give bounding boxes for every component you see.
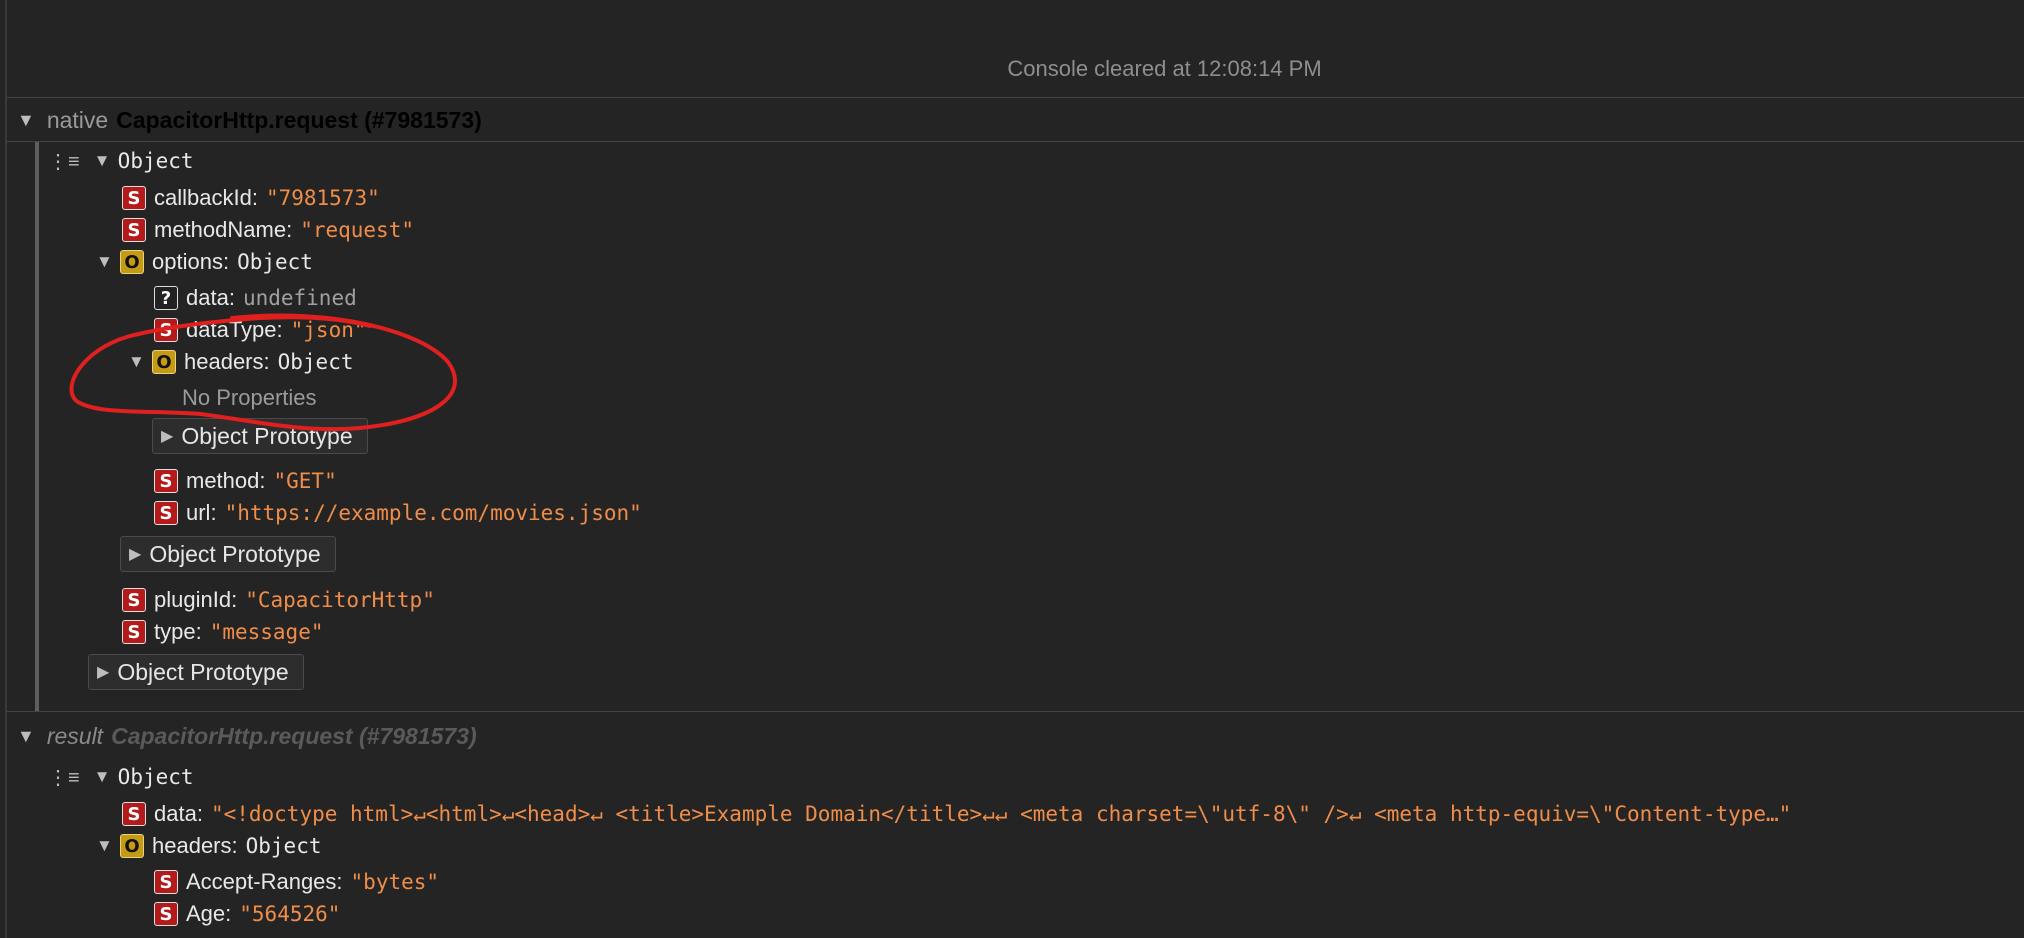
object-label: Object <box>117 765 194 789</box>
string-badge-icon: S <box>122 588 146 612</box>
string-badge-icon: S <box>122 186 146 210</box>
property-methodName[interactable]: S methodName: "request" <box>122 215 414 245</box>
property-options[interactable]: ▼ O options: Object <box>96 247 313 277</box>
disclosure-triangle-icon[interactable]: ▼ <box>17 726 35 747</box>
string-badge-icon: S <box>154 902 178 926</box>
property-method[interactable]: S method: "GET" <box>154 466 337 496</box>
string-badge-icon: S <box>122 802 146 826</box>
object-prototype-toggle[interactable]: ▶ Object Prototype <box>88 654 304 690</box>
string-badge-icon: S <box>154 870 178 894</box>
disclosure-triangle-icon[interactable]: ▼ <box>17 110 35 131</box>
string-badge-icon: S <box>122 218 146 242</box>
no-properties-label: No Properties <box>182 385 317 410</box>
object-root-row[interactable]: ⋮≡ ▼ Object <box>48 762 194 792</box>
disclosure-triangle-icon: ▶ <box>97 664 110 681</box>
property-callbackId[interactable]: S callbackId: "7981573" <box>122 183 380 213</box>
disclosure-triangle-icon[interactable]: ▼ <box>94 767 118 787</box>
object-badge-icon: O <box>152 350 176 374</box>
result-message-header[interactable]: ▼ result CapacitorHttp.request (#7981573… <box>7 716 2024 756</box>
object-badge-icon: O <box>120 834 144 858</box>
property-age[interactable]: S Age: "564526" <box>154 899 340 929</box>
property-headers[interactable]: ▼ O headers: Object <box>128 347 353 377</box>
string-badge-icon: S <box>154 469 178 493</box>
message-gutter <box>35 142 39 712</box>
disclosure-triangle-icon: ▶ <box>161 428 174 445</box>
message-kind: native <box>46 106 109 133</box>
property-accept-ranges[interactable]: S Accept-Ranges: "bytes" <box>154 867 439 897</box>
disclosure-triangle-icon[interactable]: ▼ <box>94 151 118 171</box>
string-badge-icon: S <box>122 620 146 644</box>
message-name: CapacitorHttp.request (#7981573) <box>111 722 477 749</box>
object-prototype-toggle[interactable]: ▶ Object Prototype <box>152 418 368 454</box>
disclosure-triangle-icon[interactable]: ▼ <box>128 352 152 372</box>
disclosure-triangle-icon[interactable]: ▼ <box>96 252 120 272</box>
message-name: CapacitorHttp.request (#7981573) <box>116 106 482 133</box>
property-type[interactable]: S type: "message" <box>122 617 324 647</box>
divider <box>7 97 2024 98</box>
object-label: Object <box>117 149 194 173</box>
string-badge-icon: S <box>154 318 178 342</box>
undefined-badge-icon: ? <box>154 286 178 310</box>
property-url[interactable]: S url: "https://example.com/movies.json" <box>154 498 642 528</box>
disclosure-triangle-icon: ▶ <box>129 546 142 563</box>
string-badge-icon: S <box>154 501 178 525</box>
object-prototype-toggle[interactable]: ▶ Object Prototype <box>120 536 336 572</box>
object-badge-icon: O <box>120 250 144 274</box>
divider <box>7 141 2024 142</box>
divider <box>7 711 2024 712</box>
disclosure-triangle-icon[interactable]: ▼ <box>96 836 120 856</box>
tree-toggle-icon[interactable]: ⋮≡ <box>48 149 80 174</box>
property-dataType[interactable]: S dataType: "json" <box>154 315 367 345</box>
object-root-row[interactable]: ⋮≡ ▼ Object <box>48 146 194 176</box>
native-message-header[interactable]: ▼ native CapacitorHttp.request (#7981573… <box>7 100 2024 140</box>
tree-toggle-icon[interactable]: ⋮≡ <box>48 765 80 790</box>
console-cleared-message: Console cleared at 12:08:14 PM <box>1007 56 1322 81</box>
message-kind: result <box>46 722 104 749</box>
property-headers[interactable]: ▼ O headers: Object <box>96 831 321 861</box>
property-data[interactable]: S data: "<!doctype html>↵<html>↵<head>↵ … <box>122 799 1791 829</box>
property-data[interactable]: ? data: undefined <box>154 283 357 313</box>
property-pluginId[interactable]: S pluginId: "CapacitorHttp" <box>122 585 435 615</box>
